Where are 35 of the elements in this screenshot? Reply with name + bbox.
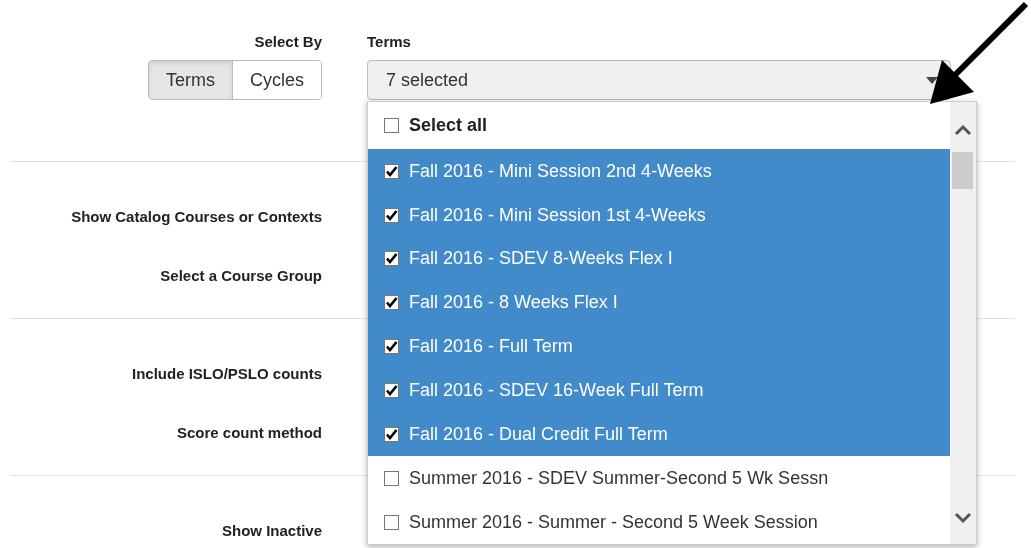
checkbox[interactable] xyxy=(384,295,399,311)
term-option[interactable]: Fall 2016 - SDEV 16-Week Full Term xyxy=(368,368,950,413)
scroll-down-icon[interactable] xyxy=(954,512,972,524)
toggle-button[interactable]: Cycles xyxy=(232,61,321,99)
term-option[interactable]: Fall 2016 - 8 Weeks Flex I xyxy=(368,280,950,325)
scrollbar-thumb[interactable] xyxy=(952,152,973,189)
checkbox[interactable] xyxy=(384,251,399,267)
term-option[interactable]: Fall 2016 - Dual Credit Full Term xyxy=(368,412,950,457)
checkbox[interactable] xyxy=(384,514,399,530)
field-label: Score count method xyxy=(176,424,322,441)
field-label: Terms xyxy=(367,32,412,50)
checkbox[interactable] xyxy=(384,470,399,486)
field-label: Select By xyxy=(253,32,322,50)
scroll-up-icon[interactable] xyxy=(954,124,972,136)
dropdown-caret-icon xyxy=(926,76,938,84)
field-label: Show Catalog Courses or Contexts xyxy=(70,208,322,225)
checkbox[interactable] xyxy=(384,339,399,355)
field-label: Show Inactive xyxy=(220,522,322,539)
term-option[interactable]: Summer 2016 - SDEV Summer-Second 5 Wk Sessn xyxy=(368,456,950,501)
select-all-option[interactable]: Select all xyxy=(368,102,950,150)
checkbox[interactable] xyxy=(384,118,399,134)
field-label: Include ISLO/PSLO counts xyxy=(130,365,322,382)
term-option[interactable]: Fall 2016 - Mini Session 1st 4-Weeks xyxy=(368,193,950,237)
term-option[interactable]: Fall 2016 - Mini Session 2nd 4-Weeks xyxy=(368,149,950,194)
scrollbar[interactable] xyxy=(950,102,976,544)
checkbox[interactable] xyxy=(384,426,399,442)
checkbox[interactable] xyxy=(384,207,399,223)
field-label: Select a Course Group xyxy=(159,267,322,284)
term-option[interactable]: Fall 2016 - SDEV 8-Weeks Flex I xyxy=(368,237,950,281)
checkbox[interactable] xyxy=(384,163,399,179)
toggle-button[interactable]: Terms xyxy=(149,61,232,99)
terms-select[interactable]: 7 selected xyxy=(367,60,951,100)
term-option[interactable]: Fall 2016 - Full Term xyxy=(368,324,950,369)
term-option[interactable]: Summer 2016 - Summer - Second 5 Week Session xyxy=(368,500,950,545)
checkbox[interactable] xyxy=(384,383,399,398)
